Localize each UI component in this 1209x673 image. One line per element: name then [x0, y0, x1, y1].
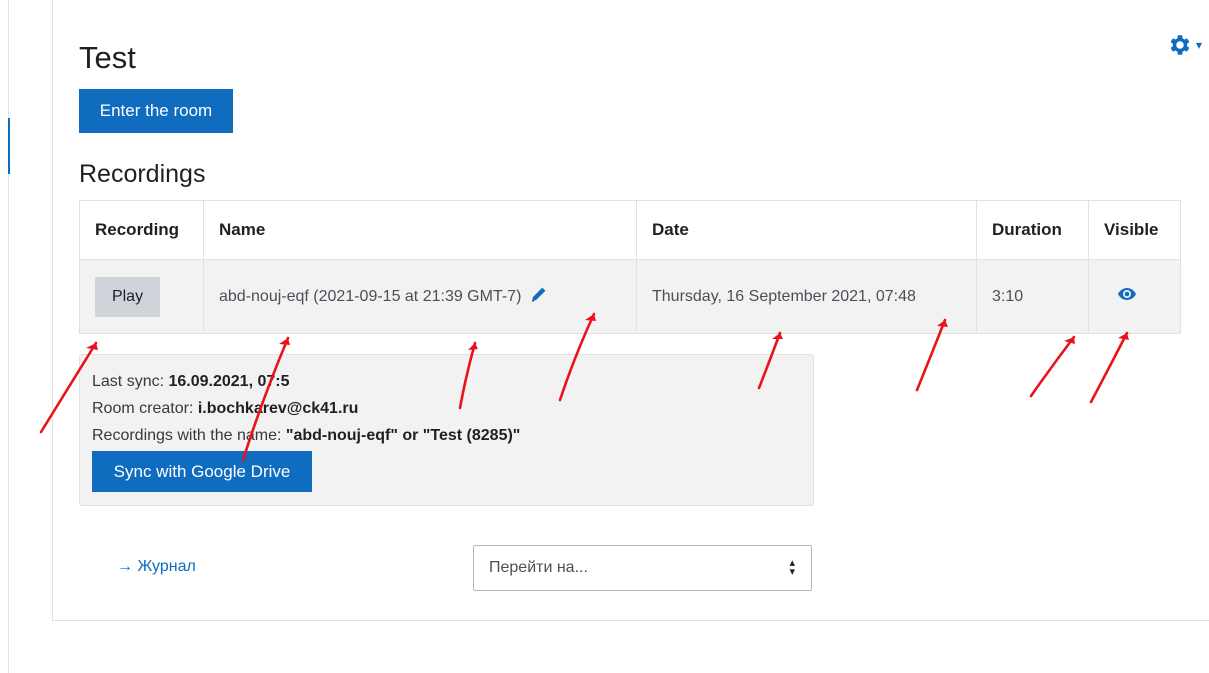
- recording-name: abd-nouj-eqf (2021-09-15 at 21:39 GMT-7): [219, 287, 522, 305]
- recordings-table: Recording Name Date Duration Visible Pla…: [79, 200, 1181, 334]
- gear-icon: [1170, 35, 1190, 55]
- recording-cell: Play: [79, 259, 204, 334]
- page-title: Test: [79, 40, 136, 75]
- sync-google-drive-button[interactable]: Sync with Google Drive: [92, 451, 312, 492]
- table-row: Play abd-nouj-eqf (2021-09-15 at 21:39 G…: [79, 259, 1181, 334]
- last-sync-value: 16.09.2021, 07:5: [168, 373, 290, 390]
- room-creator-label: Room creator:: [92, 400, 198, 417]
- date-cell: Thursday, 16 September 2021, 07:48: [636, 259, 977, 334]
- room-creator-value: i.bochkarev@ck41.ru: [197, 400, 359, 417]
- sort-updown-icon: ▴ ▾: [789, 557, 795, 578]
- table-header-row: Recording Name Date Duration Visible: [79, 200, 1181, 260]
- settings-menu[interactable]: ▾: [1166, 31, 1209, 59]
- enter-room-button[interactable]: Enter the room: [79, 89, 233, 133]
- column-header-recording[interactable]: Recording: [79, 200, 204, 260]
- visible-cell: [1088, 259, 1181, 334]
- chevron-down-icon: ▾: [1196, 38, 1203, 52]
- last-sync-line: Last sync: 16.09.2021, 07:5: [92, 373, 289, 391]
- jump-to-select[interactable]: Перейти на... ▴ ▾: [473, 545, 812, 591]
- sync-info-panel: Last sync: 16.09.2021, 07:5 Room creator…: [79, 354, 814, 506]
- duration-cell: 3:10: [976, 259, 1089, 334]
- eye-icon[interactable]: [1118, 287, 1136, 306]
- recording-names-label: Recordings with the name:: [92, 427, 286, 444]
- left-rail-divider: [8, 0, 9, 673]
- recording-names-line: Recordings with the name: "abd-nouj-eqf"…: [92, 427, 520, 445]
- last-sync-label: Last sync:: [92, 373, 169, 390]
- left-rail: [0, 0, 36, 673]
- play-button[interactable]: Play: [95, 276, 160, 317]
- recordings-heading: Recordings: [79, 160, 206, 188]
- column-header-date[interactable]: Date: [636, 200, 977, 260]
- name-cell: abd-nouj-eqf (2021-09-15 at 21:39 GMT-7): [203, 259, 637, 334]
- room-creator-line: Room creator: i.bochkarev@ck41.ru: [92, 400, 358, 418]
- column-header-name[interactable]: Name: [203, 200, 637, 260]
- pencil-icon[interactable]: [530, 286, 547, 308]
- recording-names-value: "abd-nouj-eqf" or "Test (8285)": [285, 427, 521, 444]
- jump-to-placeholder: Перейти на...: [489, 559, 588, 576]
- journal-link[interactable]: → Журнал: [117, 558, 196, 576]
- column-header-duration[interactable]: Duration: [976, 200, 1089, 260]
- column-header-visible[interactable]: Visible: [1088, 200, 1181, 260]
- left-rail-active-marker: [8, 118, 10, 174]
